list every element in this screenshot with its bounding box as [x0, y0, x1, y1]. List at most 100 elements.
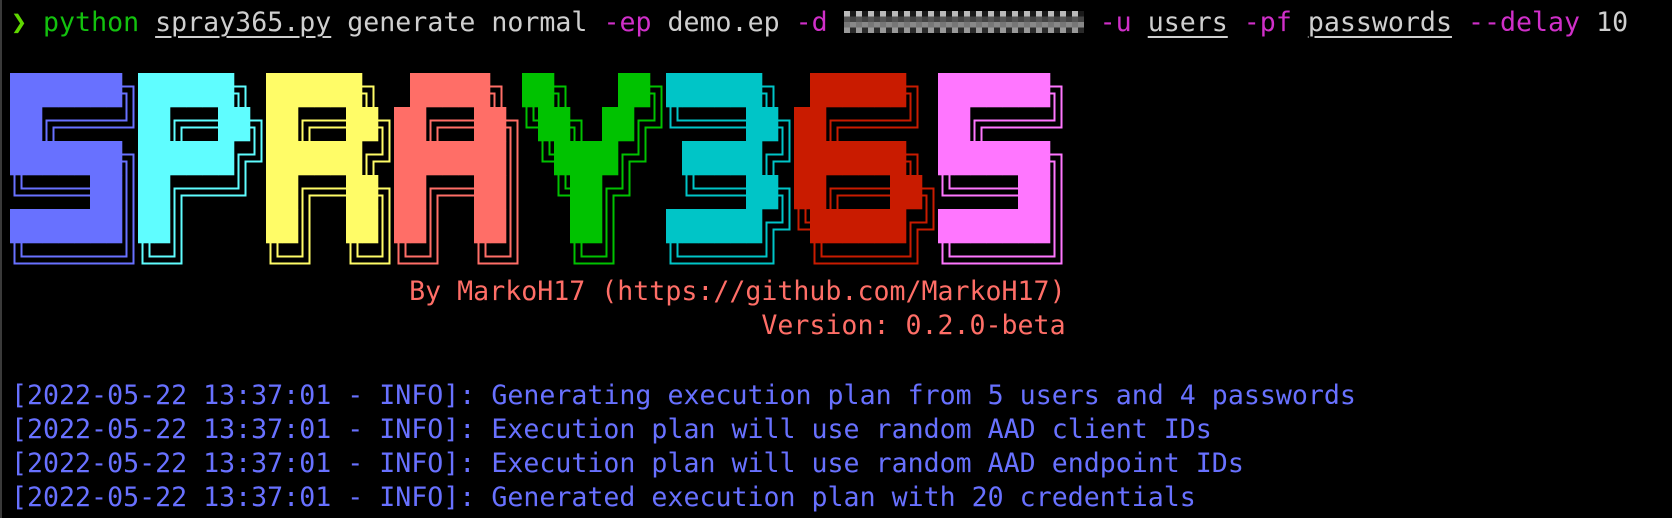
- redaction-pixel: [1053, 16, 1060, 22]
- logo-block: [745, 208, 762, 243]
- banner-version: Version: 0.2.0-beta: [761, 310, 1066, 341]
- logo-shadow-line: [244, 160, 250, 175]
- redaction-pixel: [897, 21, 904, 27]
- logo-shadow-line: [905, 92, 912, 107]
- logo-block: [729, 140, 746, 175]
- logo-shadow-line: [921, 208, 928, 223]
- logo-block: [169, 72, 186, 107]
- redaction-pixel: [1053, 27, 1060, 33]
- logo-shadow-line: [948, 242, 954, 257]
- logo-shadow-line: [269, 242, 282, 264]
- logo-block: [1033, 72, 1050, 107]
- logo-shadow-line: [484, 242, 490, 257]
- redaction-pixel: [1011, 10, 1018, 16]
- logo-block: [137, 106, 154, 141]
- redaction-pixel: [969, 16, 976, 22]
- redaction-pixel: [1065, 16, 1072, 22]
- logo-block: [265, 72, 282, 107]
- logo-shadow-line: [777, 126, 784, 141]
- logo-shadow-line: [921, 187, 935, 209]
- logo-letter-p: [137, 72, 263, 264]
- logo-shadow-line: [141, 242, 154, 264]
- logo-block: [57, 72, 74, 107]
- logo-shadow-line: [121, 153, 135, 175]
- redaction-pixel: [1059, 27, 1066, 33]
- redaction-pixel: [1071, 27, 1078, 33]
- logo-shadow-line: [249, 126, 256, 141]
- logo-block: [393, 208, 410, 243]
- logo-shadow-line: [365, 153, 378, 175]
- redaction-pixel: [891, 27, 898, 33]
- redaction-pixel: [993, 21, 1000, 27]
- redaction-pixel: [945, 10, 952, 16]
- logo-block: [857, 140, 874, 175]
- logo-block: [25, 72, 42, 107]
- redaction-pixel: [873, 21, 880, 27]
- logo-block: [345, 72, 362, 107]
- redaction-pixel: [975, 10, 982, 16]
- logo-shadow-line: [477, 242, 490, 264]
- redaction-pixel: [915, 16, 922, 22]
- redaction-pixel: [957, 16, 964, 22]
- logo-block: [153, 140, 170, 175]
- logo-block: [841, 72, 858, 107]
- logo-shadow-line: [804, 208, 810, 223]
- logo-shadow-line: [489, 85, 503, 107]
- redaction-pixel: [897, 27, 904, 33]
- redaction-pixel: [999, 16, 1006, 22]
- logo-shadow-line: [436, 194, 442, 209]
- redaction-pixel: [1041, 16, 1048, 22]
- logo-shadow-line: [553, 92, 560, 107]
- redaction-pixel: [945, 27, 952, 33]
- logo-block: [41, 72, 58, 107]
- logo-block: [937, 140, 954, 175]
- logo-shadow-line: [1049, 92, 1056, 107]
- logo-shadow-line: [564, 174, 570, 189]
- logo-shadow-line: [20, 242, 26, 257]
- logo-shadow-line: [777, 187, 791, 209]
- logo-block: [329, 140, 346, 175]
- logo-shadow-line: [905, 153, 919, 175]
- logo-shadow-line: [397, 242, 410, 264]
- redaction-pixel: [1029, 21, 1036, 27]
- redaction-pixel: [861, 27, 868, 33]
- logo-block: [137, 174, 154, 209]
- logo-block: [953, 72, 970, 107]
- logo-shadow-line: [233, 174, 240, 189]
- redaction-pixel: [1053, 10, 1060, 16]
- logo-shadow-line: [676, 242, 682, 257]
- logo-shadow-line: [973, 119, 986, 141]
- logo-block: [857, 208, 874, 243]
- logo-shadow-line: [377, 140, 391, 162]
- logo-block: [1017, 174, 1034, 209]
- logo-shadow-line: [541, 140, 554, 162]
- logo-shadow-line: [761, 242, 775, 264]
- logo-block: [665, 72, 682, 107]
- redaction-pixel: [885, 21, 892, 27]
- logo-shadow-line: [649, 106, 663, 128]
- logo-shadow-line: [601, 242, 615, 264]
- logo-block: [185, 72, 202, 107]
- redaction-pixel: [963, 21, 970, 27]
- redaction-pixel: [1011, 21, 1018, 27]
- logo-shadow-line: [617, 174, 631, 196]
- logo-shadow-line: [297, 242, 304, 257]
- logo-block: [1017, 208, 1034, 243]
- logo-shadow-line: [649, 92, 656, 107]
- logo-block: [297, 140, 314, 175]
- logo-block: [393, 140, 410, 175]
- logo-block: [25, 208, 42, 243]
- logo-block: [681, 140, 698, 175]
- logo-block: [841, 140, 858, 175]
- logo-shadow-line: [233, 174, 247, 196]
- logo-block: [745, 174, 762, 209]
- logo-block: [713, 72, 730, 107]
- logo-block: [937, 72, 954, 107]
- logo-block: [473, 72, 490, 107]
- redaction-pixel: [885, 10, 892, 16]
- logo-block: [217, 140, 234, 175]
- flag-delay: --delay: [1467, 7, 1581, 38]
- redaction-pixel: [969, 10, 976, 16]
- logo-block: [969, 72, 986, 107]
- logo-shadow-line: [605, 187, 618, 209]
